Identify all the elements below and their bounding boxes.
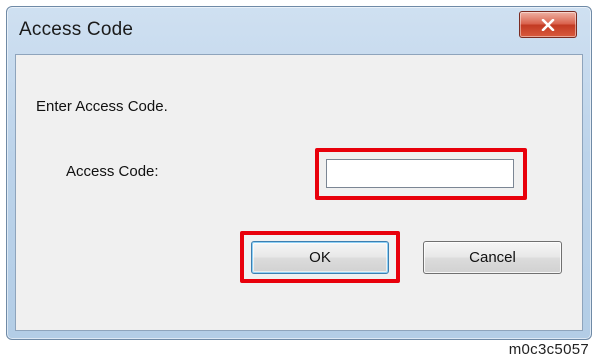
- prompt-text: Enter Access Code.: [36, 98, 168, 115]
- access-code-input[interactable]: [326, 159, 514, 188]
- close-button[interactable]: [519, 11, 577, 38]
- dialog-body: Enter Access Code. Access Code: OK Cance…: [15, 54, 583, 331]
- ok-button[interactable]: OK: [251, 241, 389, 274]
- figure-id: m0c3c5057: [508, 341, 589, 358]
- access-code-dialog: Access Code Enter Access Code. Access Co…: [6, 6, 592, 340]
- window-title: Access Code: [19, 19, 134, 40]
- cancel-button[interactable]: Cancel: [423, 241, 562, 274]
- title-bar[interactable]: Access Code: [7, 7, 591, 53]
- close-icon: [541, 18, 555, 31]
- screenshot-stage: Access Code Enter Access Code. Access Co…: [0, 0, 595, 363]
- access-code-label: Access Code:: [66, 163, 159, 180]
